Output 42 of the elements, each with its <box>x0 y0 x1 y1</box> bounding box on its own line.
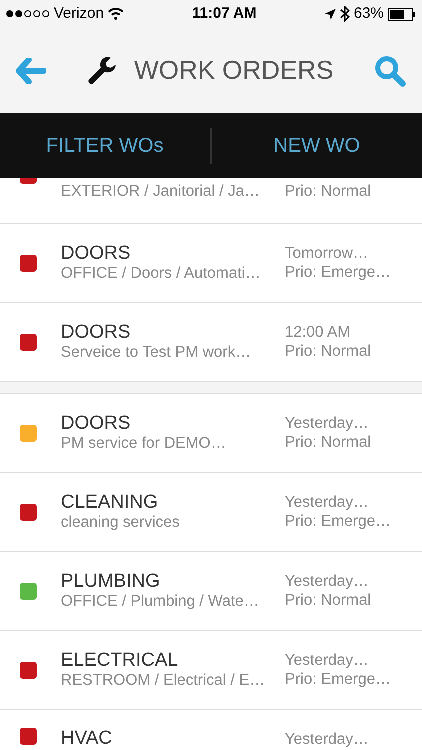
work-order-location: EXTERIOR / Janitorial / Ja… <box>61 182 261 201</box>
work-order-title: CLEANING <box>61 492 160 512</box>
priority-text: Prio: Emerge… <box>285 512 391 531</box>
work-order-title: ELECTRICAL <box>61 650 180 670</box>
due-date: Yesterday… <box>285 572 370 591</box>
due-date: Yesterday… <box>285 651 370 670</box>
priority-text: Prio: Emerge… <box>285 670 391 689</box>
work-order-title: HVAC <box>61 729 114 749</box>
work-order-title: PLUMBING <box>61 572 162 592</box>
wifi-icon <box>108 8 124 20</box>
wrench-icon <box>86 54 118 86</box>
bluetooth-icon <box>340 6 350 22</box>
work-order-location: OFFICE / Plumbing / Wate… <box>61 592 260 610</box>
work-order-location: Serveice to Test PM work… <box>61 342 252 362</box>
carrier-name: Verizon <box>54 4 104 24</box>
priority-text: Prio: Normal <box>285 591 372 610</box>
priority-text: Prio: Normal <box>285 433 372 452</box>
work-order-location: OFFICE / Doors / Automati… <box>61 264 262 282</box>
priority-text: Prio: Normal <box>285 182 372 201</box>
location-icon <box>324 8 336 20</box>
priority-text: Prio: Emerge… <box>285 263 391 282</box>
due-date: 12:00 AM <box>285 323 352 342</box>
work-order-location: RESTROOM / Electrical / E… <box>61 670 266 690</box>
work-order-title: DOORS <box>61 414 132 434</box>
work-order-location: PM service for DEMO… <box>61 434 228 452</box>
tab-button[interactable]: NEW WO <box>212 113 422 178</box>
work-order-title: DOORS <box>61 244 132 264</box>
due-date: Yesterday… <box>285 493 370 512</box>
back-arrow-icon[interactable] <box>16 58 46 84</box>
due-date: Tomorrow… <box>285 244 370 263</box>
battery-percent: 63% <box>354 4 384 24</box>
due-date: Yesterday… <box>285 730 369 749</box>
battery-icon <box>388 8 416 20</box>
signal-icon <box>6 10 50 18</box>
priority-text: Prio: Normal <box>285 342 372 361</box>
due-date: Yesterday… <box>285 414 370 433</box>
search-icon[interactable] <box>374 54 406 86</box>
status-time: 11:07 AM <box>191 4 258 24</box>
work-order-location: cleaning services <box>61 512 181 532</box>
tab-button[interactable]: FILTER WOs <box>0 113 210 178</box>
screen-title: WORK ORDERS <box>134 54 334 87</box>
work-order-title: DOORS <box>61 322 132 342</box>
